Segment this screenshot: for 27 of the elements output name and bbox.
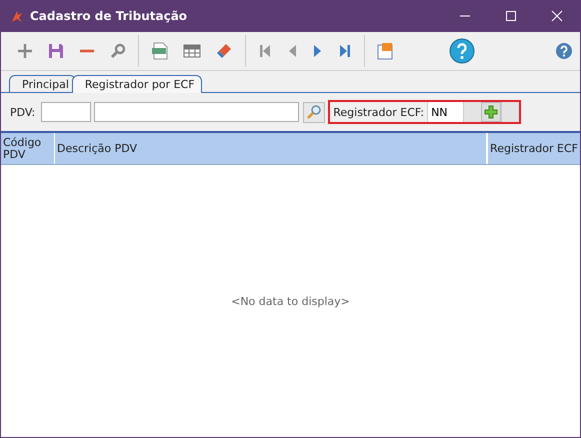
tab[interactable]: Principal xyxy=(9,75,76,92)
registrador-field[interactable]: NN xyxy=(427,102,464,122)
column-header[interactable]: Código PDV xyxy=(1,133,55,164)
app-logo-icon xyxy=(10,9,24,23)
empty-button[interactable] xyxy=(501,102,520,122)
maximize-icon[interactable] xyxy=(505,10,517,22)
first-record-icon[interactable] xyxy=(258,43,272,59)
table-icon[interactable] xyxy=(183,43,201,59)
add-button[interactable] xyxy=(481,102,502,122)
help-icon[interactable] xyxy=(555,42,573,60)
save-icon[interactable] xyxy=(48,43,64,59)
search-icon[interactable] xyxy=(110,43,126,59)
registrador-label: Registrador ECF: xyxy=(333,106,424,118)
last-record-icon[interactable] xyxy=(338,43,352,59)
empty-message: <No data to display> xyxy=(231,294,350,308)
pdv-label: PDV: xyxy=(10,106,36,118)
tab[interactable]: Registrador por ECF xyxy=(72,75,202,93)
column-header[interactable]: Registrador ECF xyxy=(487,133,580,164)
close-icon[interactable] xyxy=(551,10,563,22)
pdv-code-field[interactable] xyxy=(41,102,92,122)
eraser-icon[interactable] xyxy=(215,42,233,60)
help-icon[interactable] xyxy=(449,38,475,64)
add-icon[interactable] xyxy=(16,42,34,60)
column-header[interactable]: Descrição PDV xyxy=(55,133,488,164)
window-title: Cadastro de Tributação xyxy=(30,9,188,23)
lookup-button[interactable] xyxy=(303,102,326,122)
pdv-description-field[interactable] xyxy=(94,102,300,122)
